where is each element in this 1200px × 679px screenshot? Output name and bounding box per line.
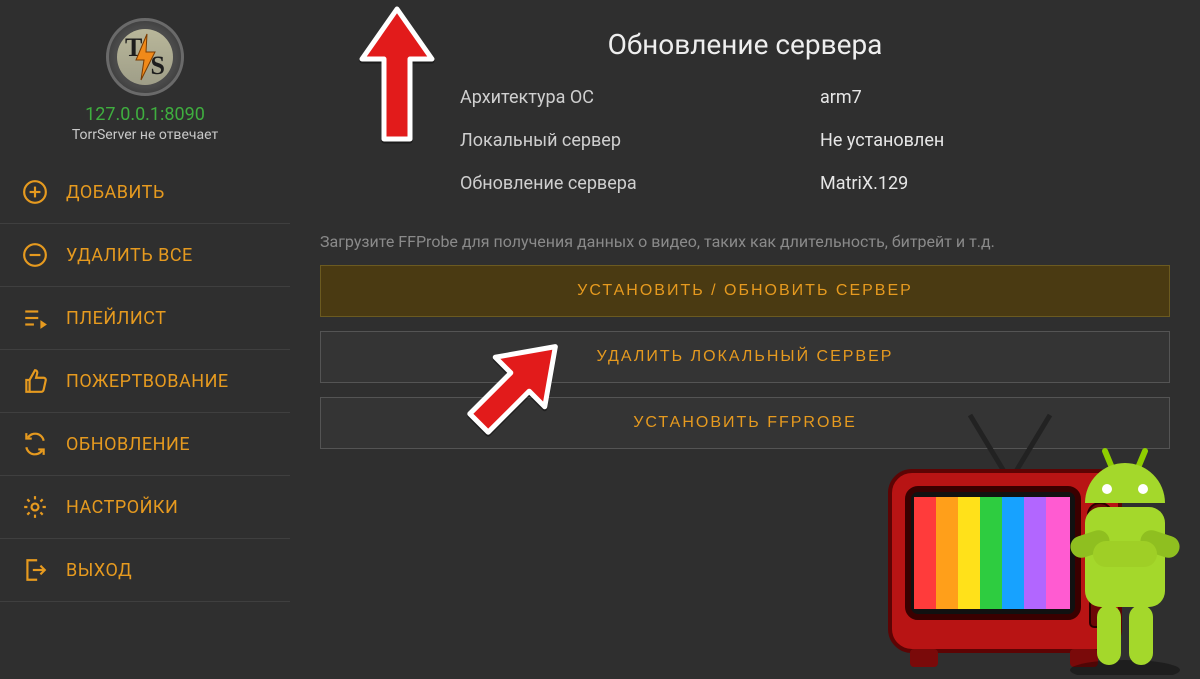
- gear-icon: [22, 494, 48, 520]
- label-server-update: Обновление сервера: [460, 173, 820, 194]
- label-local-server: Локальный сервер: [460, 130, 820, 151]
- minus-circle-icon: [22, 242, 48, 268]
- install-update-server-button[interactable]: УСТАНОВИТЬ / ОБНОВИТЬ СЕРВЕР: [320, 265, 1170, 317]
- sidebar-item-label: ПОЖЕРТВОВАНИЕ: [66, 371, 229, 392]
- thumbs-up-icon: [22, 368, 48, 394]
- value-server-update: MatriX.129: [820, 173, 1050, 194]
- exit-icon: [22, 557, 48, 583]
- plus-circle-icon: [22, 179, 48, 205]
- value-os-arch: arm7: [820, 87, 1050, 108]
- sidebar-item-playlist[interactable]: ПЛЕЙЛИСТ: [0, 287, 290, 350]
- app-root: T S 127.0.0.1:8090 TorrServer не отвечае…: [0, 0, 1200, 675]
- refresh-icon: [22, 431, 48, 457]
- info-grid: Архитектура ОС arm7 Локальный сервер Не …: [320, 87, 1170, 194]
- server-address: 127.0.0.1:8090: [85, 104, 205, 125]
- sidebar-item-label: ОБНОВЛЕНИЕ: [66, 434, 190, 455]
- playlist-icon: [22, 305, 48, 331]
- sidebar-item-label: ПЛЕЙЛИСТ: [66, 308, 166, 329]
- annotation-arrow-middle: [460, 322, 580, 442]
- sidebar-nav: ДОБАВИТЬ УДАЛИТЬ ВСЕ ПЛЕЙЛИСТ ПОЖЕРТВОВА…: [0, 161, 290, 602]
- sidebar: T S 127.0.0.1:8090 TorrServer не отвечае…: [0, 0, 290, 675]
- sidebar-item-label: ВЫХОД: [66, 560, 132, 581]
- sidebar-item-label: УДАЛИТЬ ВСЕ: [66, 245, 193, 266]
- app-logo: T S: [106, 18, 184, 96]
- sidebar-header: T S 127.0.0.1:8090 TorrServer не отвечае…: [0, 0, 290, 157]
- sidebar-item-settings[interactable]: НАСТРОЙКИ: [0, 476, 290, 539]
- sidebar-item-update[interactable]: ОБНОВЛЕНИЕ: [0, 413, 290, 476]
- server-status: TorrServer не отвечает: [72, 127, 218, 143]
- label-os-arch: Архитектура ОС: [460, 87, 820, 108]
- sidebar-item-delete-all[interactable]: УДАЛИТЬ ВСЕ: [0, 224, 290, 287]
- install-ffprobe-button[interactable]: УСТАНОВИТЬ FFPROBE: [320, 397, 1170, 449]
- value-local-server: Не установлен: [820, 130, 1050, 151]
- sidebar-item-exit[interactable]: ВЫХОД: [0, 539, 290, 602]
- sidebar-item-add[interactable]: ДОБАВИТЬ: [0, 161, 290, 224]
- delete-local-server-button[interactable]: УДАЛИТЬ ЛОКАЛЬНЫЙ СЕРВЕР: [320, 331, 1170, 383]
- sidebar-item-label: НАСТРОЙКИ: [66, 497, 178, 518]
- ffprobe-hint: Загрузите FFProbe для получения данных о…: [320, 194, 1170, 265]
- page-title: Обновление сервера: [320, 0, 1170, 87]
- annotation-arrow-top: [352, 4, 442, 144]
- sidebar-item-donate[interactable]: ПОЖЕРТВОВАНИЕ: [0, 350, 290, 413]
- sidebar-item-label: ДОБАВИТЬ: [66, 182, 165, 203]
